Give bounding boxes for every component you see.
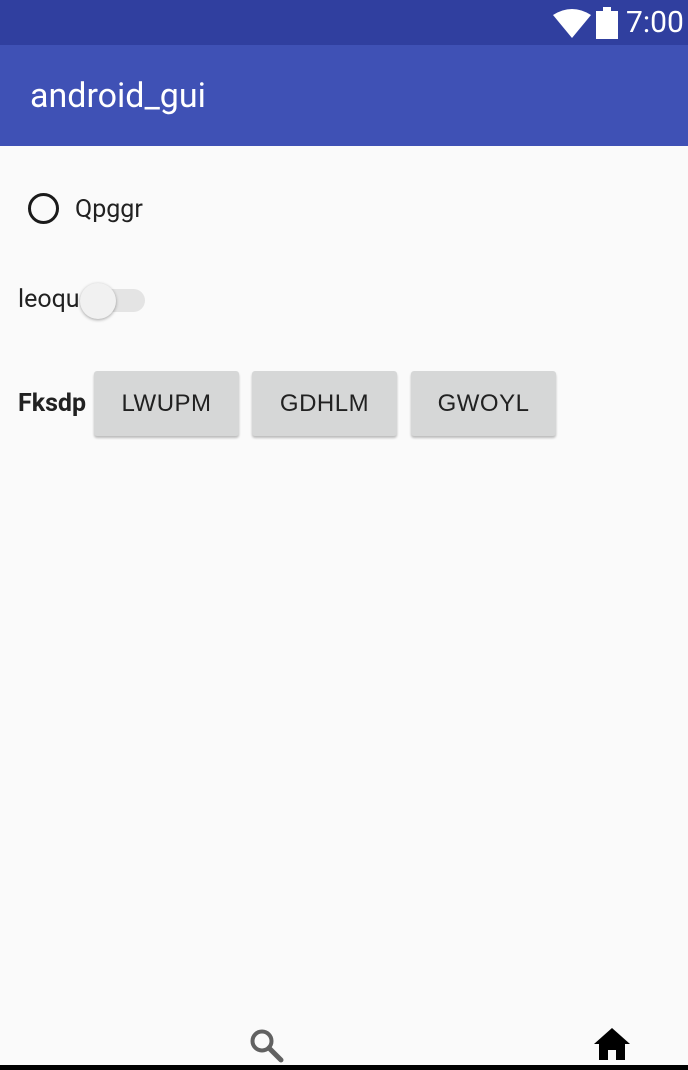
gdhlm-button[interactable]: GDHLM xyxy=(252,371,397,436)
bottom-edge xyxy=(0,1065,688,1070)
button-group-label: Fksdp xyxy=(18,389,87,418)
wifi-icon xyxy=(553,9,591,38)
radio-label: Qpggr xyxy=(75,195,143,224)
home-icon[interactable] xyxy=(593,1027,631,1061)
radio-button[interactable] xyxy=(28,193,59,224)
search-icon[interactable] xyxy=(249,1028,285,1064)
status-time: 7:00 xyxy=(626,5,684,40)
app-title: android_gui xyxy=(30,76,206,116)
status-bar: 7:00 xyxy=(0,0,688,45)
lwupm-button[interactable]: LWUPM xyxy=(94,371,239,436)
switch-label: leoqu xyxy=(18,285,80,314)
battery-icon xyxy=(596,7,618,39)
gwoyl-button[interactable]: GWOYL xyxy=(411,371,556,436)
app-bar: android_gui xyxy=(0,45,688,146)
bottom-nav xyxy=(0,1000,688,1070)
switch-thumb[interactable] xyxy=(80,283,116,319)
